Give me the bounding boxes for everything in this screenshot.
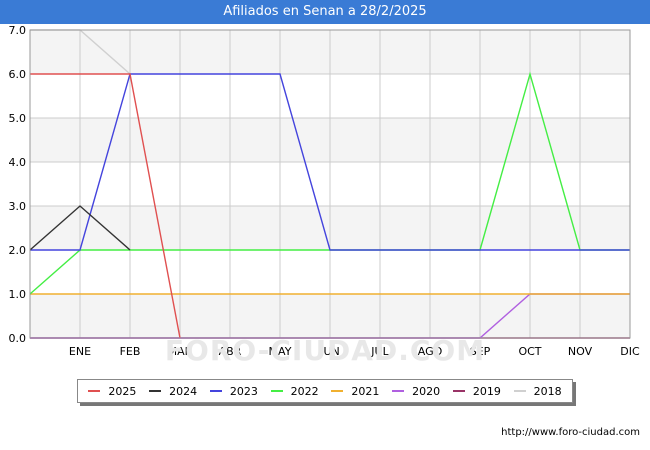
legend-item-2021: 2021 [331,385,379,398]
footer-url[interactable]: http://www.foro-ciudad.com [501,427,640,438]
legend-label: 2018 [533,384,562,398]
y-tick-label: 3.0 [9,200,27,213]
watermark: FORO-CIUDAD.COM [164,334,486,367]
legend-label: 2022 [290,384,319,398]
legend-label: 2021 [351,384,380,398]
legend-label: 2019 [472,384,501,398]
y-tick-label: 5.0 [9,112,27,125]
legend-swatch [452,390,465,392]
legend-swatch [513,390,526,392]
y-tick-label: 4.0 [9,156,27,169]
legend-swatch [209,390,222,392]
y-tick-label: 7.0 [9,24,27,37]
legend-swatch [270,390,283,392]
y-tick-label: 1.0 [9,288,27,301]
legend-item-2020: 2020 [392,385,440,398]
legend-swatch [149,390,162,392]
legend-item-2019: 2019 [452,384,501,398]
legend-swatch [392,390,405,392]
y-tick-label: 2.0 [9,244,27,257]
legend-label: 2025 [108,384,137,398]
legend-label: 2024 [169,384,198,398]
legend-label: 2023 [229,384,258,398]
chart-legend: 2025 2024 2023 2022 2021 2020 2019 2018 [77,379,573,403]
y-tick-label: 6.0 [9,68,27,81]
legend-item-2018: 2018 [513,384,562,398]
legend-label: 2020 [412,384,441,398]
legend-swatch [331,390,344,392]
line-chart: 0.01.02.03.04.05.06.07.0ENE FEB MAR ABR MAY J… [9,24,641,358]
legend-item-2023: 2023 [209,384,258,398]
legend-item-2024: 2024 [149,385,197,398]
legend-item-2022: 2022 [270,384,319,398]
legend-swatch [88,390,101,392]
legend-item-2025: 2025 [88,385,136,398]
